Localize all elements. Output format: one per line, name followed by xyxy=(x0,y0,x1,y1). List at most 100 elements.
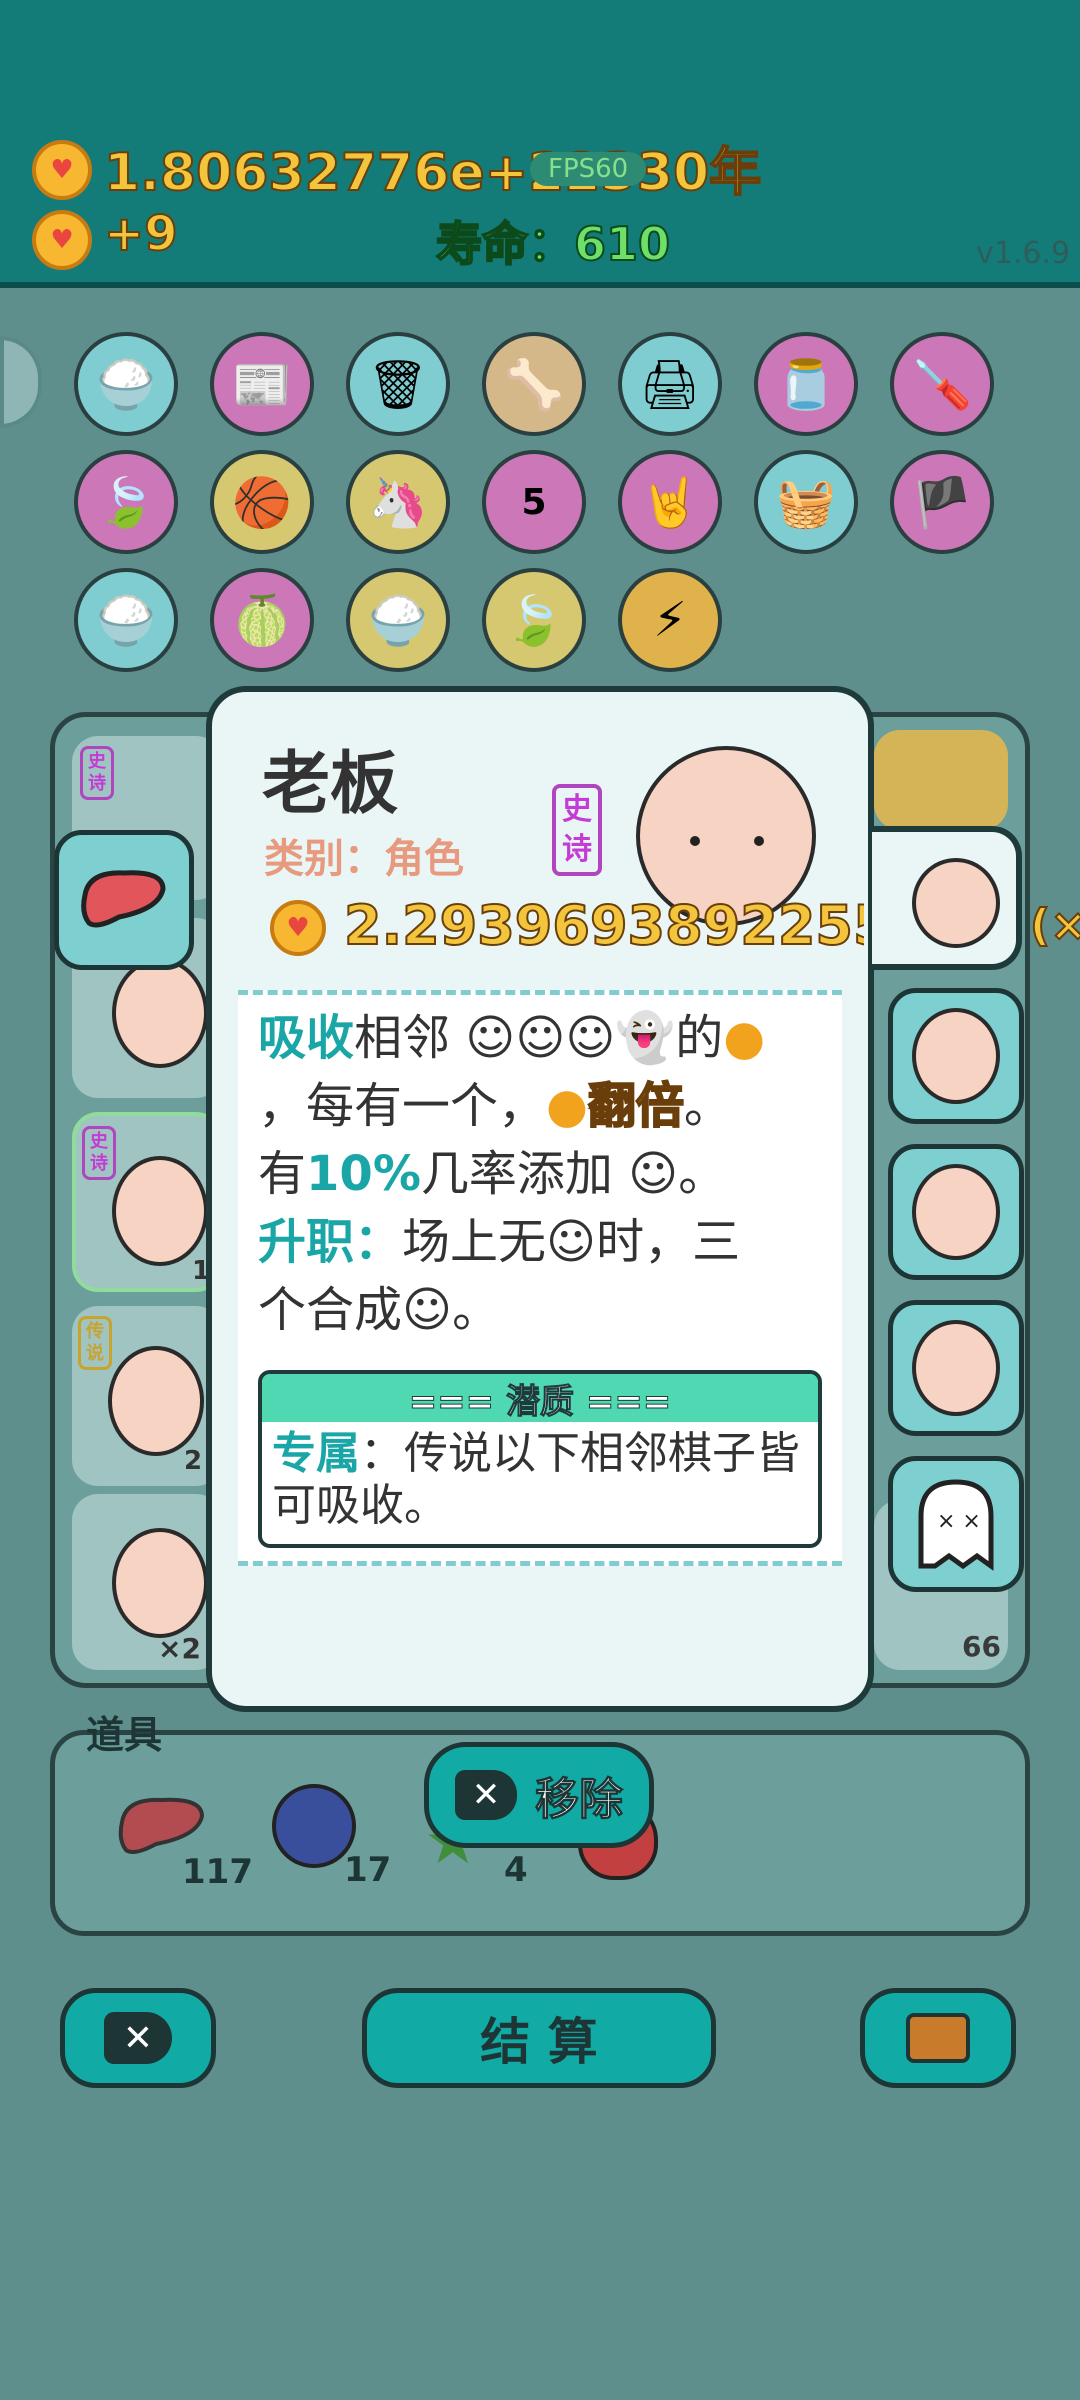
lifespan-value: 610 xyxy=(573,216,671,272)
rarity-tag: 史诗 xyxy=(552,784,602,876)
card-value: 2.2939693892255574 xyxy=(344,894,864,957)
lifespan-label: 寿命： xyxy=(435,216,575,272)
promote-keyword: 升职： xyxy=(258,1214,403,1270)
desc-word: 的 xyxy=(675,1010,724,1066)
old-man-face-icon xyxy=(108,1346,204,1456)
card-title: 老板 xyxy=(262,745,399,824)
calendar-icon: 5 xyxy=(521,481,547,523)
ghost-icon: × × xyxy=(918,1479,994,1571)
board-cell[interactable] xyxy=(874,730,1008,830)
cell-number: 66 xyxy=(962,1630,1001,1663)
lifespan: 寿命：610 xyxy=(435,208,671,274)
desc-word: 。 xyxy=(452,1282,501,1338)
value-strip-end xyxy=(872,826,1022,970)
potential-title: === 潜质 === xyxy=(262,1374,818,1422)
leaf-slot[interactable]: 🍃 xyxy=(482,568,586,672)
coin-icon: ● xyxy=(723,1010,766,1066)
coin-icon: ● xyxy=(546,1078,588,1134)
rarity-tag: 史诗 xyxy=(80,746,114,800)
fps-counter: FPS60 xyxy=(530,152,647,186)
jar-slot[interactable]: 🫙 xyxy=(754,332,858,436)
settle-button[interactable]: 结 算 xyxy=(362,1988,716,2088)
bald-man-face-icon xyxy=(912,1008,1000,1104)
potential-box: === 潜质 === 专属：传说以下相邻棋子皆可吸收。 xyxy=(258,1370,822,1548)
version-label: v1.6.9 xyxy=(976,236,1071,271)
desc-word: 场上无 xyxy=(402,1214,547,1270)
coin-icon: ♥ xyxy=(270,900,326,956)
coins-value: 1.80632776e+22330年 xyxy=(103,142,762,204)
desc-word: 有 xyxy=(258,1146,307,1202)
items-label: 道具 xyxy=(86,1713,163,1757)
rock-hand-slot[interactable]: 🤘 xyxy=(618,450,722,554)
old-man-face-icon xyxy=(112,958,208,1068)
remove-button[interactable]: ✕ 移除 xyxy=(424,1742,654,1848)
desc-word: 。 xyxy=(683,1078,732,1134)
face-icon: ☺ xyxy=(402,1282,453,1338)
printer-slot[interactable]: 🖨 xyxy=(618,332,722,436)
face-icon: ☺ xyxy=(546,1214,597,1270)
desc-word: 。 xyxy=(678,1146,727,1202)
double-keyword: 翻倍 xyxy=(587,1077,685,1135)
dog-bowl-slot[interactable]: 🦴 xyxy=(482,332,586,436)
board-cell[interactable]: ×2 xyxy=(72,1494,222,1670)
chance-value: 10% xyxy=(306,1146,421,1202)
time-magazine-slot[interactable]: 📰 xyxy=(210,332,314,436)
eyepatch-slot[interactable]: 🏴 xyxy=(890,450,994,554)
item-count: 17 xyxy=(344,1850,392,1890)
unicorn-slot[interactable]: 🦄 xyxy=(346,450,450,554)
multiplier-prefix: (× xyxy=(1029,899,1080,952)
old-man-face-icon xyxy=(912,1164,1000,1260)
cell-number: 2 xyxy=(184,1446,203,1476)
item-count: 4 xyxy=(504,1850,528,1890)
liver-tile[interactable] xyxy=(54,830,194,970)
settle-label: 结 算 xyxy=(480,2013,598,2071)
desc-word: 几率添加 xyxy=(420,1146,613,1202)
exclusive-label: 专属 xyxy=(272,1428,360,1479)
item-liver[interactable]: 117 xyxy=(116,1792,253,1892)
desc-word: ，每有一个， xyxy=(258,1078,547,1134)
board-cell[interactable]: 史诗 1 xyxy=(72,1112,222,1292)
coin-gain: +9 xyxy=(103,205,179,263)
desc-word: 相邻 xyxy=(354,1010,451,1066)
potential-body: 专属：传说以下相邻棋子皆可吸收。 xyxy=(262,1422,818,1538)
ghost-tile[interactable]: × × xyxy=(888,1456,1024,1592)
face-icon: ☺ xyxy=(612,1146,679,1202)
description-text: 吸收相邻 ☺☺☺👻的● ，每有一个，●翻倍。 有10%几率添加 ☺。 升职：场上… xyxy=(258,1004,842,1344)
card-category: 类别：角色 xyxy=(264,836,464,882)
lightning-coin-slot[interactable]: ⚡ xyxy=(618,568,722,672)
board-cell[interactable]: 传说 2 xyxy=(72,1306,222,1486)
basketballs-slot[interactable]: 🏀 xyxy=(210,450,314,554)
old-man-face-icon xyxy=(912,858,1000,948)
svg-text:× ×: × × xyxy=(937,1509,981,1534)
briefcase-button[interactable] xyxy=(860,1988,1016,2088)
young-man-tile[interactable] xyxy=(888,1300,1024,1436)
item-blueberry[interactable]: 17 xyxy=(272,1784,391,1890)
old-man-face-icon xyxy=(112,1156,208,1266)
coin-gain-icon: ♥ xyxy=(32,210,92,270)
coin-icon: ♥ xyxy=(32,140,92,200)
calendar-slot[interactable]: 5 xyxy=(482,450,586,554)
bald-man-tile[interactable] xyxy=(888,988,1024,1124)
grapefruit-slot[interactable]: 🍈 xyxy=(210,568,314,672)
close-icon: ✕ xyxy=(104,2012,172,2064)
sleep-indicator[interactable] xyxy=(0,336,42,428)
desc-word: 个合成 xyxy=(258,1282,403,1338)
leaf-slot[interactable]: 🍃 xyxy=(74,450,178,554)
cell-multiplier: ×2 xyxy=(158,1632,201,1665)
fruit-basket-slot[interactable]: 🧺 xyxy=(754,450,858,554)
desc-word: 时，三 xyxy=(596,1214,741,1270)
liver-icon xyxy=(81,870,166,928)
young-man-face-icon xyxy=(912,1320,1000,1416)
remove-label: 移除 xyxy=(535,1774,624,1826)
old-man-tile[interactable] xyxy=(888,1144,1024,1280)
screwdriver-slot[interactable]: 🪛 xyxy=(890,332,994,436)
rice-bowl-slot[interactable]: 🍚 xyxy=(74,332,178,436)
cancel-button[interactable]: ✕ xyxy=(60,1988,216,2088)
close-icon: ✕ xyxy=(455,1770,517,1820)
rice-bowl-slot[interactable]: 🍚 xyxy=(74,568,178,672)
briefcase-icon xyxy=(906,2013,970,2063)
rarity-tag: 传说 xyxy=(78,1316,112,1370)
face-icon: ☺☺☺👻 xyxy=(465,1010,676,1066)
trash-bag-slot[interactable]: 🗑 xyxy=(346,332,450,436)
rice-bowl-slot[interactable]: 🍚 xyxy=(346,568,450,672)
